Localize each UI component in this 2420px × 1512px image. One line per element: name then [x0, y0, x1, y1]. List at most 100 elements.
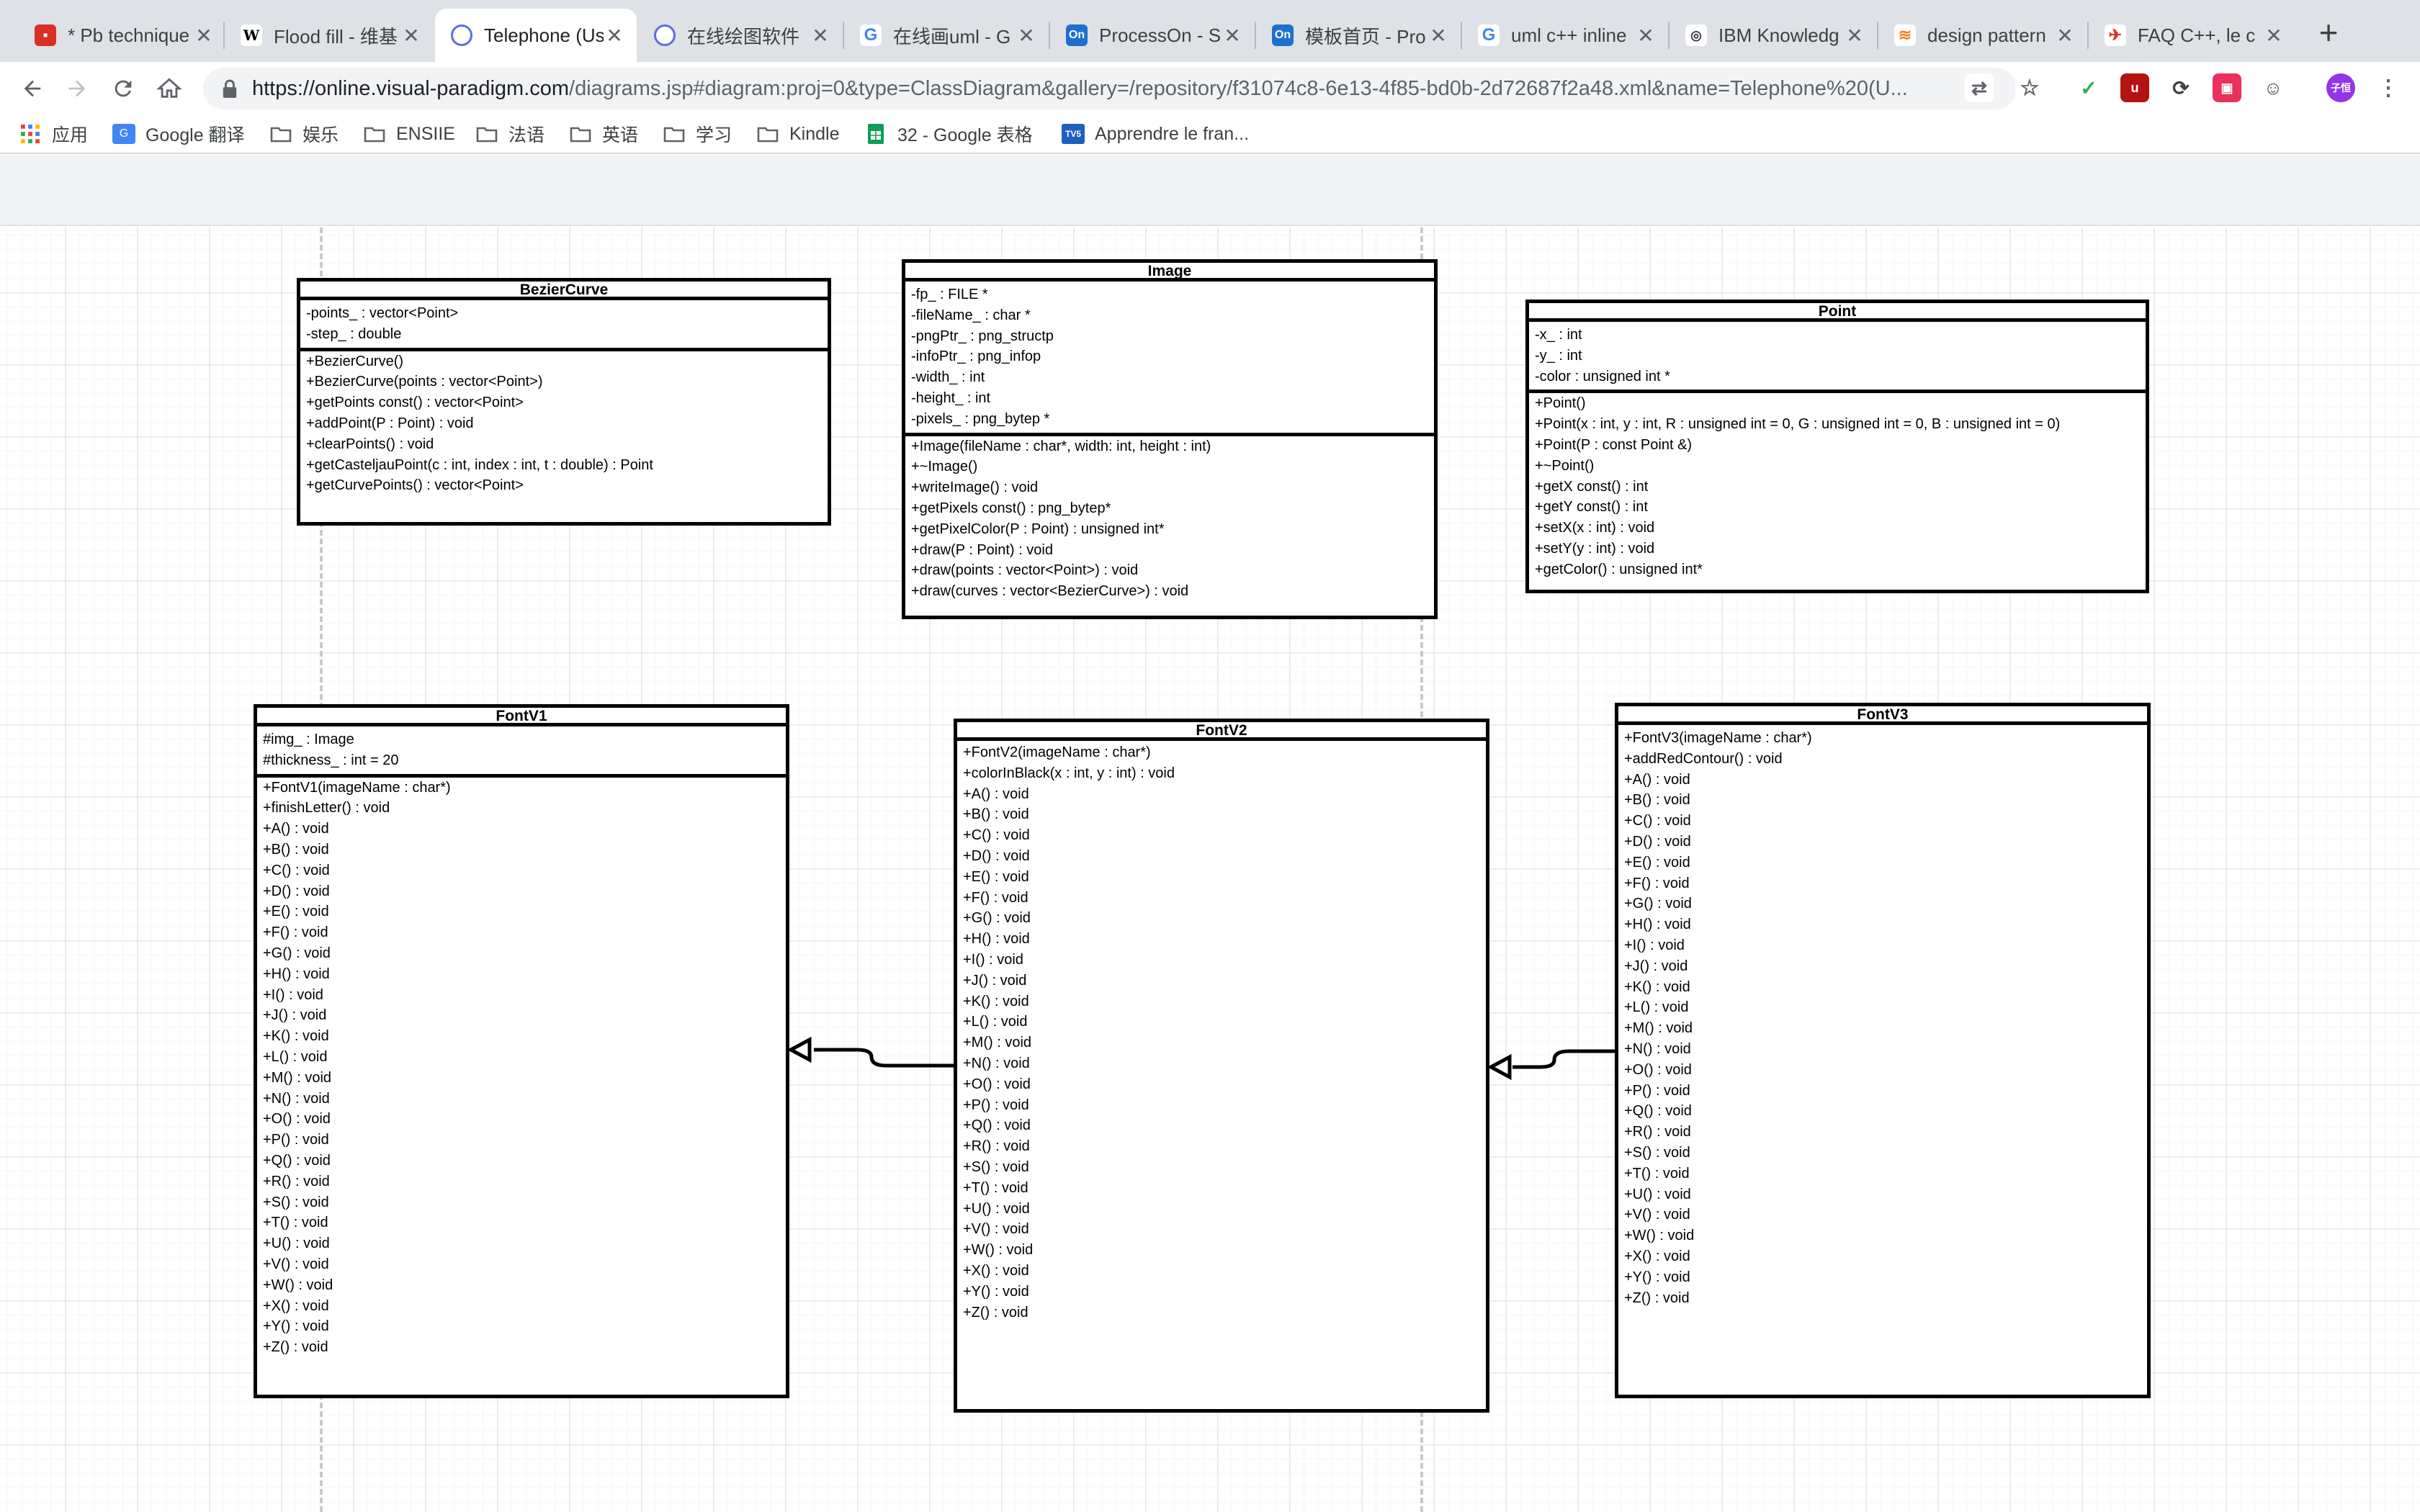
sync-extension-icon[interactable]: ⟳	[2166, 73, 2195, 102]
browser-tab[interactable]: ≋ design pattern ✕	[1878, 9, 2087, 62]
bookmark-label: Apprendre le fran...	[1095, 123, 1250, 144]
forward-button[interactable]	[59, 71, 95, 107]
pink-extension-icon[interactable]: ▣	[2213, 73, 2241, 102]
folder-icon	[569, 124, 592, 144]
close-icon[interactable]: ✕	[2054, 24, 2076, 48]
tab-title: * Pb technique	[68, 24, 190, 46]
connectors-layer	[786, 1036, 1615, 1081]
bookmark-apps[interactable]: 应用	[19, 120, 88, 148]
folder-icon	[363, 124, 386, 144]
bookmark-folder[interactable]: 英语	[569, 120, 638, 148]
close-icon[interactable]: ✕	[400, 24, 422, 48]
home-icon	[157, 78, 182, 98]
processon-favicon-icon: On	[1066, 24, 1088, 46]
generalization-fontv2-to-fontv1[interactable]	[814, 1048, 954, 1068]
profile-avatar[interactable]: 子恒	[2326, 73, 2355, 102]
google-sheets-icon	[864, 124, 887, 144]
close-icon[interactable]: ✕	[193, 24, 215, 48]
browser-tab-active[interactable]: Telephone (Us ✕	[435, 9, 637, 62]
bookmark-label: 32 - Google 表格	[897, 125, 1033, 145]
ublock-extension-icon[interactable]: u	[2120, 73, 2149, 102]
ibm-favicon-icon: ◎	[1685, 24, 1707, 46]
tab-title: 在线画uml - G	[893, 25, 1011, 48]
home-button[interactable]	[151, 71, 187, 107]
translate-icon[interactable]: ⇄	[1965, 73, 1994, 102]
close-icon[interactable]: ✕	[604, 24, 625, 48]
reload-icon	[115, 80, 132, 97]
red-favicon-icon: ▪	[35, 24, 56, 46]
generalization-fontv3-to-fontv2[interactable]	[1512, 1049, 1615, 1069]
tab-title: uml c++ inline	[1511, 24, 1627, 46]
generalization-arrowhead	[1487, 1053, 1512, 1081]
arrow-left-icon	[24, 80, 41, 97]
tab-title: 模板首页 - Pro	[1305, 25, 1426, 48]
visual-paradigm-favicon-icon	[451, 24, 472, 46]
bookmark-label: 娱乐	[302, 125, 339, 145]
browser-tab[interactable]: W Flood fill - 维基 ✕	[225, 9, 434, 62]
visual-paradigm-favicon-icon	[654, 24, 676, 46]
tab-strip: ▪ * Pb technique ✕ W Flood fill - 维基 ✕ T…	[0, 0, 2420, 62]
close-icon[interactable]: ✕	[2263, 24, 2285, 48]
close-icon[interactable]: ✕	[1222, 24, 1243, 48]
browser-tab[interactable]: G 在线画uml - G ✕	[844, 9, 1049, 62]
generalization-arrowhead	[786, 1036, 812, 1063]
tab-title: design pattern	[1927, 24, 2046, 46]
browser-tab[interactable]: ◎ IBM Knowledg ✕	[1670, 9, 1877, 62]
developpez-favicon-icon: ✈	[2105, 24, 2126, 46]
tab-title: 在线绘图软件	[687, 25, 800, 48]
tab-title: FAQ C++, le c	[2138, 24, 2256, 46]
stackoverflow-favicon-icon: ≋	[1894, 24, 1916, 46]
url-path: /diagrams.jsp#diagram:proj=0&type=ClassD…	[569, 76, 1908, 100]
browser-tab[interactable]: ▪ * Pb technique ✕	[19, 9, 226, 62]
extension-check-icon[interactable]: ✓	[2074, 73, 2103, 102]
bookmark-folder[interactable]: 娱乐	[269, 120, 339, 148]
bookmark-folder[interactable]: 学习	[663, 120, 732, 148]
close-icon[interactable]: ✕	[1844, 24, 1865, 48]
tab-title: Flood fill - 维基	[274, 25, 398, 48]
google-favicon-icon: G	[1478, 24, 1500, 46]
close-icon[interactable]: ✕	[1016, 24, 1037, 48]
bookmarks-bar: 应用 G Google 翻译 娱乐 ENSIIE 法语 英语 学习 Kindle…	[0, 114, 2420, 154]
bookmark-folder[interactable]: ENSIIE	[363, 120, 455, 148]
menu-kebab-icon[interactable]: ⋮	[2374, 73, 2403, 102]
back-button[interactable]	[14, 71, 50, 107]
diagram-canvas[interactable]: BezierCurve -points_ : vector<Point> -st…	[0, 228, 2420, 1512]
browser-tab[interactable]: G uml c++ inline ✕	[1462, 9, 1668, 62]
cat-extension-icon[interactable]: ☺	[2259, 73, 2287, 102]
url-text[interactable]: https://online.visual-paradigm.com/diagr…	[252, 77, 1966, 101]
address-bar[interactable]: https://online.visual-paradigm.com/diagr…	[203, 68, 2017, 109]
bookmark-label: 应用	[52, 125, 89, 145]
folder-icon	[663, 124, 686, 144]
bookmark-label: 法语	[508, 125, 545, 145]
arrow-right-icon	[68, 80, 86, 97]
bookmark-label: 英语	[602, 125, 639, 145]
google-translate-icon: G	[112, 124, 135, 144]
browser-tab[interactable]: ✈ FAQ C++, le c ✕	[2089, 9, 2296, 62]
reload-button[interactable]	[105, 71, 141, 107]
bookmark-label: 学习	[696, 125, 732, 145]
close-icon[interactable]: ✕	[1635, 24, 1657, 48]
bookmark-label: Google 翻译	[145, 125, 245, 145]
browser-tab[interactable]: On ProcessOn - S ✕	[1050, 9, 1255, 62]
bookmark-google-translate[interactable]: G Google 翻译	[112, 120, 245, 148]
bookmark-folder[interactable]: 法语	[475, 120, 544, 148]
browser-tab[interactable]: On 模板首页 - Pro ✕	[1256, 9, 1461, 62]
new-tab-button[interactable]: +	[2311, 16, 2347, 52]
app-header	[0, 156, 2420, 226]
wikipedia-favicon-icon: W	[241, 24, 262, 46]
tv5-icon: TV5	[1062, 124, 1085, 144]
tab-title: Telephone (Us	[484, 24, 604, 46]
bookmark-tv5[interactable]: TV5 Apprendre le fran...	[1062, 120, 1249, 148]
folder-icon	[269, 124, 292, 144]
tab-title: ProcessOn - S	[1099, 24, 1222, 46]
bookmark-star-icon[interactable]: ☆	[2015, 73, 2044, 102]
tab-title: IBM Knowledg	[1718, 24, 1839, 46]
browser-tab[interactable]: 在线绘图软件 ✕	[638, 9, 843, 62]
close-icon[interactable]: ✕	[1428, 24, 1449, 48]
browser-toolbar: https://online.visual-paradigm.com/diagr…	[0, 62, 2420, 114]
bookmark-folder[interactable]: Kindle	[756, 120, 840, 148]
bookmark-google-sheets[interactable]: 32 - Google 表格	[864, 120, 1033, 148]
close-icon[interactable]: ✕	[810, 24, 831, 48]
folder-icon	[475, 124, 498, 144]
bookmark-label: ENSIIE	[396, 123, 455, 144]
